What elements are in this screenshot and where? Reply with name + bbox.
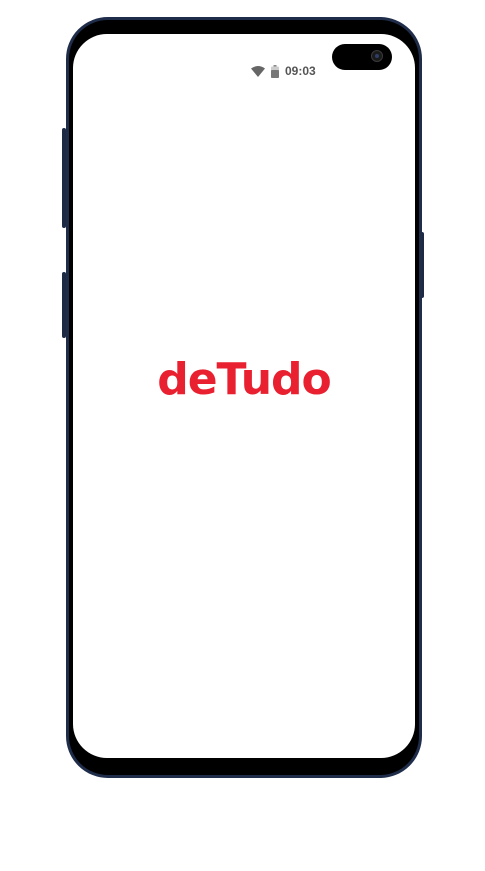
status-time: 09:03 [285,64,316,78]
status-bar: 09:03 [251,64,316,78]
phone-frame: 09:03 deTudo [66,17,422,778]
camera-icon [371,50,383,62]
device-mockup: 09:03 deTudo [0,0,485,871]
wifi-icon [251,65,265,77]
camera-cutout [332,44,392,70]
app-screen: 09:03 deTudo [73,34,415,758]
battery-icon [271,64,279,78]
app-logo: deTudo [157,354,332,405]
